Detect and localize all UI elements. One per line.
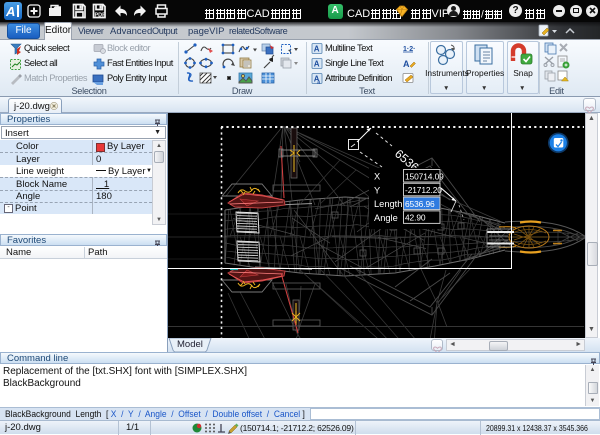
- svg-text:Y: Y: [374, 185, 380, 195]
- svg-text:A: A: [314, 45, 320, 54]
- svg-text:-21712.20: -21712.20: [405, 185, 442, 195]
- svg-text:A: A: [403, 59, 410, 69]
- svg-text:X: X: [374, 172, 380, 182]
- svg-text:Length: Length: [374, 199, 402, 209]
- svg-text:42.90: 42.90: [405, 213, 426, 223]
- svg-text:Angle: Angle: [374, 213, 398, 223]
- svg-text:A: A: [314, 60, 320, 69]
- svg-text:PDF: PDF: [95, 13, 107, 19]
- svg-text:150714.09: 150714.09: [405, 171, 444, 181]
- svg-text:6536.96: 6536.96: [405, 199, 435, 209]
